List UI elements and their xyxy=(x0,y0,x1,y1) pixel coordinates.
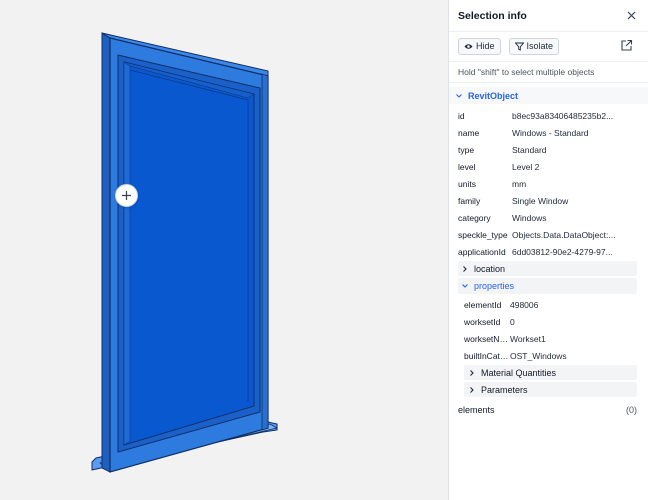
properties-label: properties xyxy=(474,281,515,291)
property-row-built-in-category: builtInCate... OST_Windows xyxy=(449,347,648,364)
property-row-element-id: elementId 498006 xyxy=(449,296,648,313)
add-annotation-button[interactable] xyxy=(115,184,138,207)
material-quantities-group[interactable]: Material Quantities xyxy=(464,365,637,380)
selection-hint: Hold "shift" to select multiple objects xyxy=(449,61,648,83)
field-row-category: category Windows xyxy=(449,209,648,226)
field-value: Single Window xyxy=(512,195,569,206)
field-value: mm xyxy=(512,178,527,189)
field-row-level: level Level 2 xyxy=(449,158,648,175)
field-value: 6dd03812-90e2-4279-97... xyxy=(512,246,613,257)
property-value: 0 xyxy=(510,316,515,327)
parameters-label: Parameters xyxy=(481,384,528,395)
field-key: category xyxy=(458,212,491,223)
field-key: units xyxy=(458,178,476,189)
property-row-workset-id: worksetId 0 xyxy=(449,313,648,330)
isolate-button[interactable]: Isolate xyxy=(508,37,560,55)
location-group[interactable]: location xyxy=(458,261,637,276)
property-value: OST_Windows xyxy=(510,350,567,361)
property-value: 498006 xyxy=(510,299,539,310)
chevron-right-icon xyxy=(470,386,474,393)
field-row-speckle-type: speckle_type Objects.Data.DataObject:... xyxy=(449,226,648,243)
property-key: worksetNa... xyxy=(464,333,510,344)
property-key: worksetId xyxy=(464,316,501,327)
field-key: type xyxy=(458,144,475,155)
field-key: applicationId xyxy=(458,246,506,257)
field-value: Standard xyxy=(512,144,547,155)
elements-count: (0) xyxy=(626,405,637,415)
elements-group[interactable]: elements (0) xyxy=(449,401,648,419)
eye-icon xyxy=(464,43,473,49)
panel-header: Selection info xyxy=(449,0,648,32)
field-key: speckle_type xyxy=(458,229,508,240)
field-row-application-id: applicationId 6dd03812-90e2-4279-97... xyxy=(449,243,648,260)
field-value: b8ec93a83406485235b2... xyxy=(512,110,614,121)
field-value: Windows - Standard xyxy=(512,127,589,138)
section-title: RevitObject xyxy=(468,90,519,101)
chevron-down-icon xyxy=(462,284,468,288)
isolate-button-label: Isolate xyxy=(526,41,554,51)
3d-viewport[interactable] xyxy=(0,0,448,500)
panel-toolbar: Hide Isolate xyxy=(449,34,648,58)
chevron-right-icon xyxy=(470,369,474,376)
hide-button[interactable]: Hide xyxy=(458,37,501,55)
properties-list: elementId 498006 worksetId 0 worksetNa..… xyxy=(449,296,648,364)
plus-icon xyxy=(122,191,131,200)
selection-info-panel: Selection info Hide Isolate Hold "shift"… xyxy=(448,0,648,500)
close-icon xyxy=(627,11,635,20)
field-key: name xyxy=(458,127,480,138)
property-value: Workset1 xyxy=(510,333,546,344)
properties-group[interactable]: properties xyxy=(458,278,637,294)
close-button[interactable] xyxy=(624,9,638,23)
material-quantities-label: Material Quantities xyxy=(481,367,557,378)
field-row-family: family Single Window xyxy=(449,192,648,209)
field-key: level xyxy=(458,161,476,172)
parameters-group[interactable]: Parameters xyxy=(464,382,637,397)
field-row-name: name Windows - Standard xyxy=(449,124,648,141)
field-value: Windows xyxy=(512,212,547,223)
hide-button-label: Hide xyxy=(476,41,495,51)
field-list: id b8ec93a83406485235b2... name Windows … xyxy=(449,107,648,260)
field-key: family xyxy=(458,195,481,206)
field-value: Objects.Data.DataObject:... xyxy=(512,229,616,240)
field-key: id xyxy=(458,110,465,121)
field-row-id: id b8ec93a83406485235b2... xyxy=(449,107,648,124)
window-model[interactable] xyxy=(0,0,448,500)
chevron-right-icon xyxy=(463,265,467,272)
filter-icon xyxy=(514,42,524,51)
field-row-units: units mm xyxy=(449,175,648,192)
field-row-type: type Standard xyxy=(449,141,648,158)
property-key: builtInCate... xyxy=(464,350,510,361)
elements-label: elements xyxy=(458,405,495,415)
field-value: Level 2 xyxy=(512,161,540,172)
external-link-icon[interactable] xyxy=(620,39,633,52)
section-revitobject[interactable]: RevitObject xyxy=(449,87,648,104)
panel-title: Selection info xyxy=(458,9,527,22)
property-key: elementId xyxy=(464,299,502,310)
location-label: location xyxy=(474,263,506,274)
chevron-down-icon xyxy=(456,93,462,98)
property-row-workset-name: worksetNa... Workset1 xyxy=(449,330,648,347)
